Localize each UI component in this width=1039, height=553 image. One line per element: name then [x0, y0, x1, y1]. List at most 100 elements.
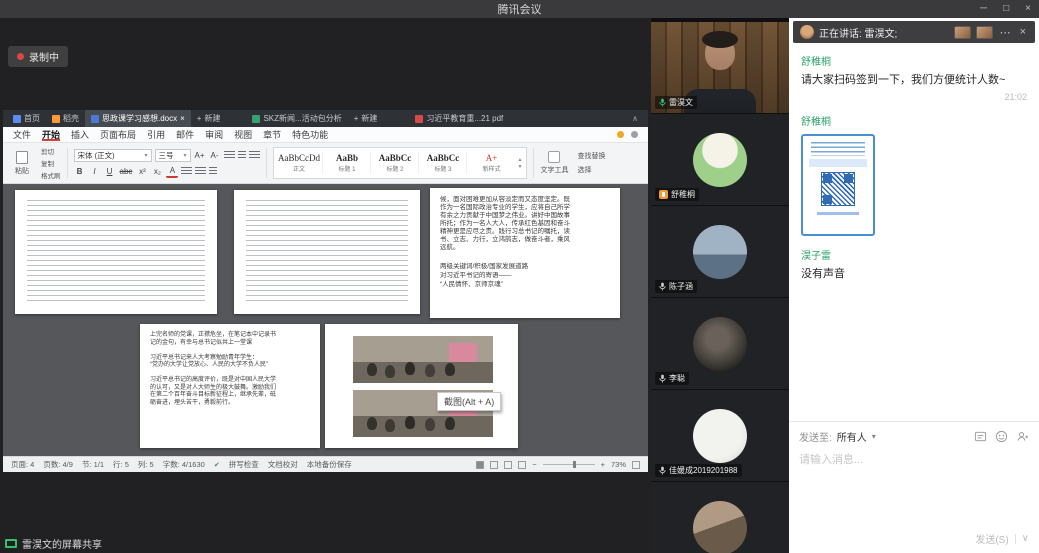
zoom-out-button[interactable]: − [532, 460, 536, 469]
page3-paragraph: 候，面对困难更加从容淡定而又态度坚定。既 作为一名国际政治专业的学生，应将自己所… [440, 196, 612, 252]
tab-document[interactable]: 思政课学习感想.docx × [85, 110, 191, 127]
style-normal[interactable]: AaBbCcDd 正文 [277, 152, 323, 174]
zoom-slider[interactable] [543, 464, 595, 465]
underline-button[interactable]: U [104, 165, 116, 178]
menu-tab-reference[interactable]: 引用 [147, 128, 165, 141]
document-canvas[interactable]: 候，面对困难更加从容淡定而又态度坚定。既 作为一名国际政治专业的学生，应将自己所… [3, 184, 648, 456]
participant-name-badge: 佳媛成2019201988 [655, 464, 742, 477]
align-left-icon[interactable] [181, 167, 192, 176]
settings-icon[interactable] [631, 131, 638, 138]
increase-font-button[interactable]: A+ [194, 149, 206, 162]
line-spacing-icon[interactable] [209, 167, 217, 176]
message-sender: 淏子雷 [801, 247, 1027, 262]
bold-button[interactable]: B [74, 165, 86, 178]
select-button[interactable]: 选择 [577, 165, 605, 175]
proofread-toggle[interactable]: 文档校对 [268, 459, 298, 470]
strikethrough-button[interactable]: abc [119, 165, 134, 178]
close-button[interactable]: × [1025, 0, 1031, 18]
view-mode-icon[interactable] [504, 461, 512, 469]
menu-tab-start[interactable]: 开始 [42, 128, 60, 141]
participant-name-badge: 雷淏文 [655, 96, 697, 109]
align-center-icon[interactable] [195, 167, 206, 176]
menu-tab-layout[interactable]: 页面布局 [100, 128, 136, 141]
message-record-icon[interactable] [974, 430, 987, 443]
style-heading3[interactable]: AaBbCc 标题 3 [421, 152, 467, 174]
menu-tab-section[interactable]: 章节 [263, 128, 281, 141]
spellcheck-toggle[interactable]: 拼写检查 [229, 459, 259, 470]
new-tab-button[interactable]: + 新建 [191, 110, 227, 127]
menu-tab-features[interactable]: 特色功能 [292, 128, 328, 141]
close-banner-icon[interactable]: × [1018, 26, 1028, 38]
view-mode-icon[interactable] [490, 461, 498, 469]
bullet-list-icon[interactable] [224, 151, 235, 160]
maximize-button[interactable]: □ [1003, 0, 1009, 18]
numbered-list-icon[interactable] [238, 151, 246, 160]
view-mode-icon[interactable] [476, 461, 484, 469]
participant-tile[interactable]: 雷淏文 [651, 22, 789, 113]
tab-document-2[interactable]: SKZ新闻...活动包分析 [246, 110, 347, 127]
participant-tile[interactable]: 李聪 [651, 298, 789, 389]
status-pages: 页数: 4/9 [43, 459, 73, 470]
screenshot-tooltip: 截图(Alt + A) [437, 392, 501, 411]
text-tool-button[interactable]: 文字工具 [540, 151, 568, 175]
page4-paragraph: 上完名师的党课，正襟危坐，在笔记本中记录书 记的金句，有幸与总书记似共上一堂课 … [150, 332, 312, 407]
recording-label: 录制中 [29, 49, 59, 64]
new-style-button[interactable]: A+ 新样式 [469, 152, 515, 174]
superscript-button[interactable]: x² [136, 165, 148, 178]
font-size-select[interactable]: 三号 ▾ [155, 149, 191, 162]
tab-docer[interactable]: 稻壳 [46, 110, 85, 127]
chat-message-list[interactable]: 舒稚桐 请大家扫码签到一下，我们方便统计人数~ 21:02 舒稚桐 淏子雷 没有… [789, 43, 1039, 421]
format-painter-button[interactable]: 格式刷 [41, 170, 61, 180]
status-wordcount[interactable]: 字数: 4/1630 [163, 459, 205, 470]
window-controls: ─ □ × [980, 0, 1031, 18]
new-tab-button-2[interactable]: + 新建 [348, 110, 384, 127]
menu-tab-mail[interactable]: 邮件 [176, 128, 194, 141]
fit-page-icon[interactable] [632, 461, 640, 469]
gallery-scroll-arrows[interactable]: ▲▼ [517, 157, 524, 170]
send-options-icon[interactable]: ∨ [1022, 533, 1029, 544]
style-heading1[interactable]: AaBb 标题 1 [325, 152, 371, 174]
copy-button[interactable]: 复制 [41, 158, 61, 168]
tab-pdf[interactable]: 习近平教育重...21 pdf [409, 110, 509, 127]
minimize-button[interactable]: ─ [980, 0, 987, 18]
qr-signin-image[interactable] [801, 134, 875, 236]
chat-input[interactable] [799, 451, 1029, 531]
menu-file[interactable]: 文件 [13, 128, 31, 141]
indent-icon[interactable] [249, 151, 260, 160]
participant-tile[interactable]: 中国人民大学+童琳+2019201954 [651, 482, 789, 553]
tabbar-collapse-icon[interactable]: ∧ [632, 114, 644, 123]
font-color-button[interactable]: A [166, 165, 178, 178]
backup-status[interactable]: 本地备份保存 [307, 459, 352, 470]
message-text: 没有声音 [801, 267, 1027, 282]
send-button[interactable]: 发送(S) [975, 531, 1008, 546]
chat-input-wrapper [799, 451, 1029, 531]
send-to-select[interactable]: 所有人 [837, 429, 867, 444]
tab-home[interactable]: 首页 [7, 110, 46, 127]
zoom-level[interactable]: 73% [611, 460, 626, 469]
menu-tab-review[interactable]: 审阅 [205, 128, 223, 141]
participant-tile[interactable]: 佳媛成2019201988 [651, 390, 789, 481]
subscript-button[interactable]: x₂ [151, 165, 163, 178]
font-name-select[interactable]: 宋体 (正文) ▾ [74, 149, 152, 162]
emoji-icon[interactable] [995, 430, 1008, 443]
status-column: 列: 5 [138, 459, 154, 470]
italic-button[interactable]: I [89, 165, 101, 178]
find-replace-button[interactable]: 查找替换 [577, 151, 605, 161]
menu-tab-insert[interactable]: 插入 [71, 128, 89, 141]
view-mode-icon[interactable] [518, 461, 526, 469]
paste-icon [16, 151, 28, 164]
zoom-in-button[interactable]: + [601, 460, 605, 469]
participant-tile[interactable]: 舒稚桐 [651, 114, 789, 205]
menu-tab-view[interactable]: 视图 [234, 128, 252, 141]
decrease-font-button[interactable]: A- [209, 149, 221, 162]
chevron-down-icon[interactable]: ▾ [872, 432, 876, 441]
style-heading2[interactable]: AaBbCc 标题 2 [373, 152, 419, 174]
paste-button[interactable]: 粘贴 [9, 145, 35, 181]
more-options-icon[interactable]: ⋯ [998, 26, 1013, 39]
tab-close-icon[interactable]: × [180, 114, 185, 123]
cut-button[interactable]: 剪切 [41, 146, 61, 156]
invite-member-icon[interactable] [1016, 430, 1029, 443]
recording-dot-icon [17, 53, 24, 60]
participant-tile[interactable]: 陈子涵 [651, 206, 789, 297]
cloud-sync-icon[interactable] [617, 131, 624, 138]
